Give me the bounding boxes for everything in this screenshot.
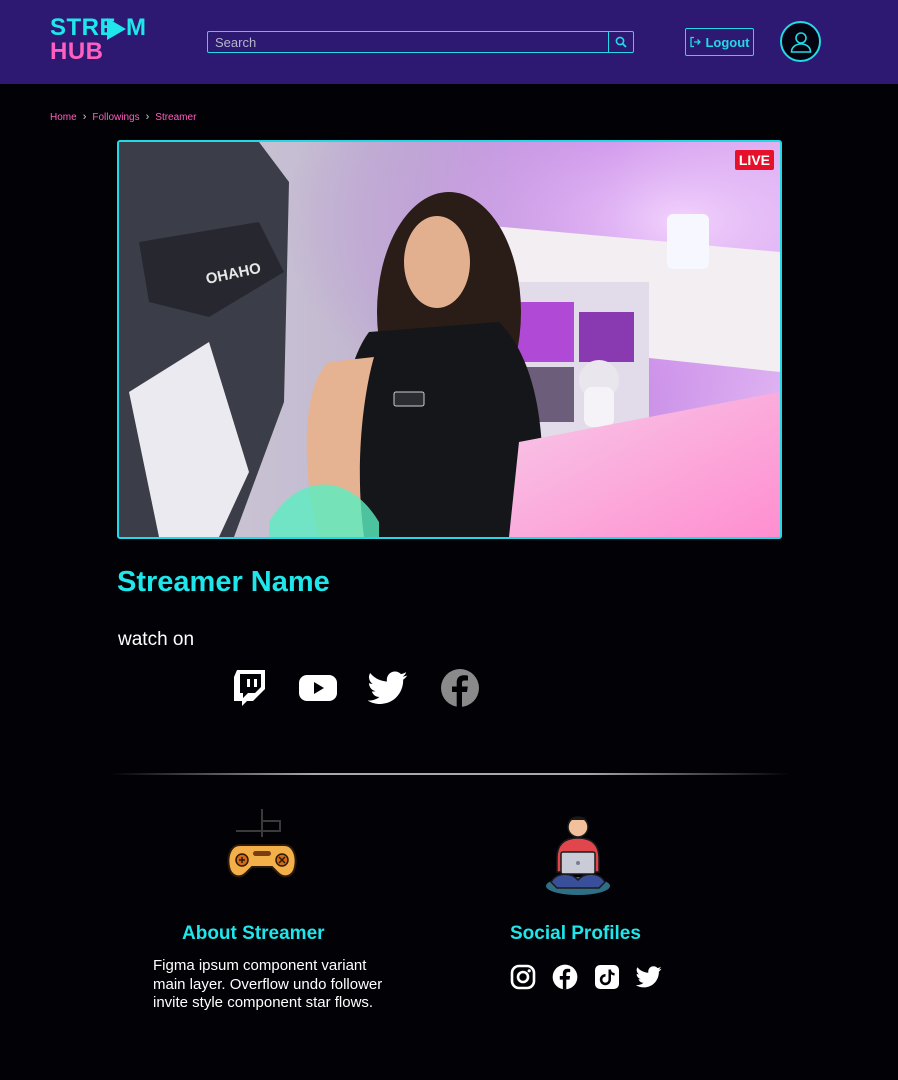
logo-text-tail: M <box>126 14 147 41</box>
twitch-link[interactable] <box>230 668 270 708</box>
breadcrumb: Home › Followings › Streamer <box>50 111 196 123</box>
user-icon <box>790 31 811 53</box>
stream-thumbnail: OHAHO <box>119 142 780 537</box>
facebook-icon <box>552 964 578 990</box>
game-controller-icon <box>227 809 297 878</box>
tiktok-icon <box>595 965 619 989</box>
social-links <box>510 964 662 990</box>
twitter-icon <box>368 671 408 704</box>
about-streamer-text: Figma ipsum component variant main layer… <box>153 957 383 1011</box>
social-profiles-title: Social Profiles <box>510 923 641 944</box>
youtube-link[interactable] <box>298 668 338 708</box>
twitter-link[interactable] <box>368 668 408 708</box>
breadcrumb-streamer[interactable]: Streamer <box>155 112 196 123</box>
search-button[interactable] <box>608 32 633 52</box>
instagram-icon <box>510 964 536 990</box>
youtube-icon <box>299 675 337 701</box>
streamer-laptop-illustration <box>546 816 610 895</box>
chevron-right-icon: › <box>82 111 87 123</box>
top-navbar: STRE M HUB Logout <box>0 0 898 84</box>
search-bar <box>207 31 634 53</box>
streamer-name-heading: Streamer Name <box>117 566 330 598</box>
watch-platforms <box>230 668 490 710</box>
logout-icon <box>690 36 702 48</box>
twitter-icon <box>636 966 662 988</box>
instagram-link[interactable] <box>510 964 536 990</box>
twitch-icon <box>234 670 265 706</box>
streamhub-logo[interactable]: STRE M HUB <box>50 16 160 66</box>
play-icon <box>107 18 126 40</box>
user-avatar-button[interactable] <box>780 21 821 62</box>
about-streamer-title: About Streamer <box>182 923 325 944</box>
facebook-link[interactable] <box>440 668 480 708</box>
chevron-right-icon: › <box>145 111 150 123</box>
tiktok-link[interactable] <box>594 964 620 990</box>
breadcrumb-home[interactable]: Home <box>50 112 77 123</box>
logout-button[interactable]: Logout <box>685 28 754 56</box>
logout-label: Logout <box>705 34 750 50</box>
live-stream-player[interactable]: OHAHO LIVE <box>117 140 782 539</box>
logo-text-bottom: HUB <box>50 38 104 65</box>
facebook-icon <box>441 669 479 707</box>
breadcrumb-followings[interactable]: Followings <box>92 112 139 123</box>
search-icon <box>615 36 627 48</box>
twitter-social-link[interactable] <box>636 964 662 990</box>
watch-on-label: watch on <box>118 629 195 650</box>
facebook-social-link[interactable] <box>552 964 578 990</box>
section-divider <box>110 773 790 775</box>
live-badge: LIVE <box>734 150 774 170</box>
search-input[interactable] <box>208 32 609 52</box>
